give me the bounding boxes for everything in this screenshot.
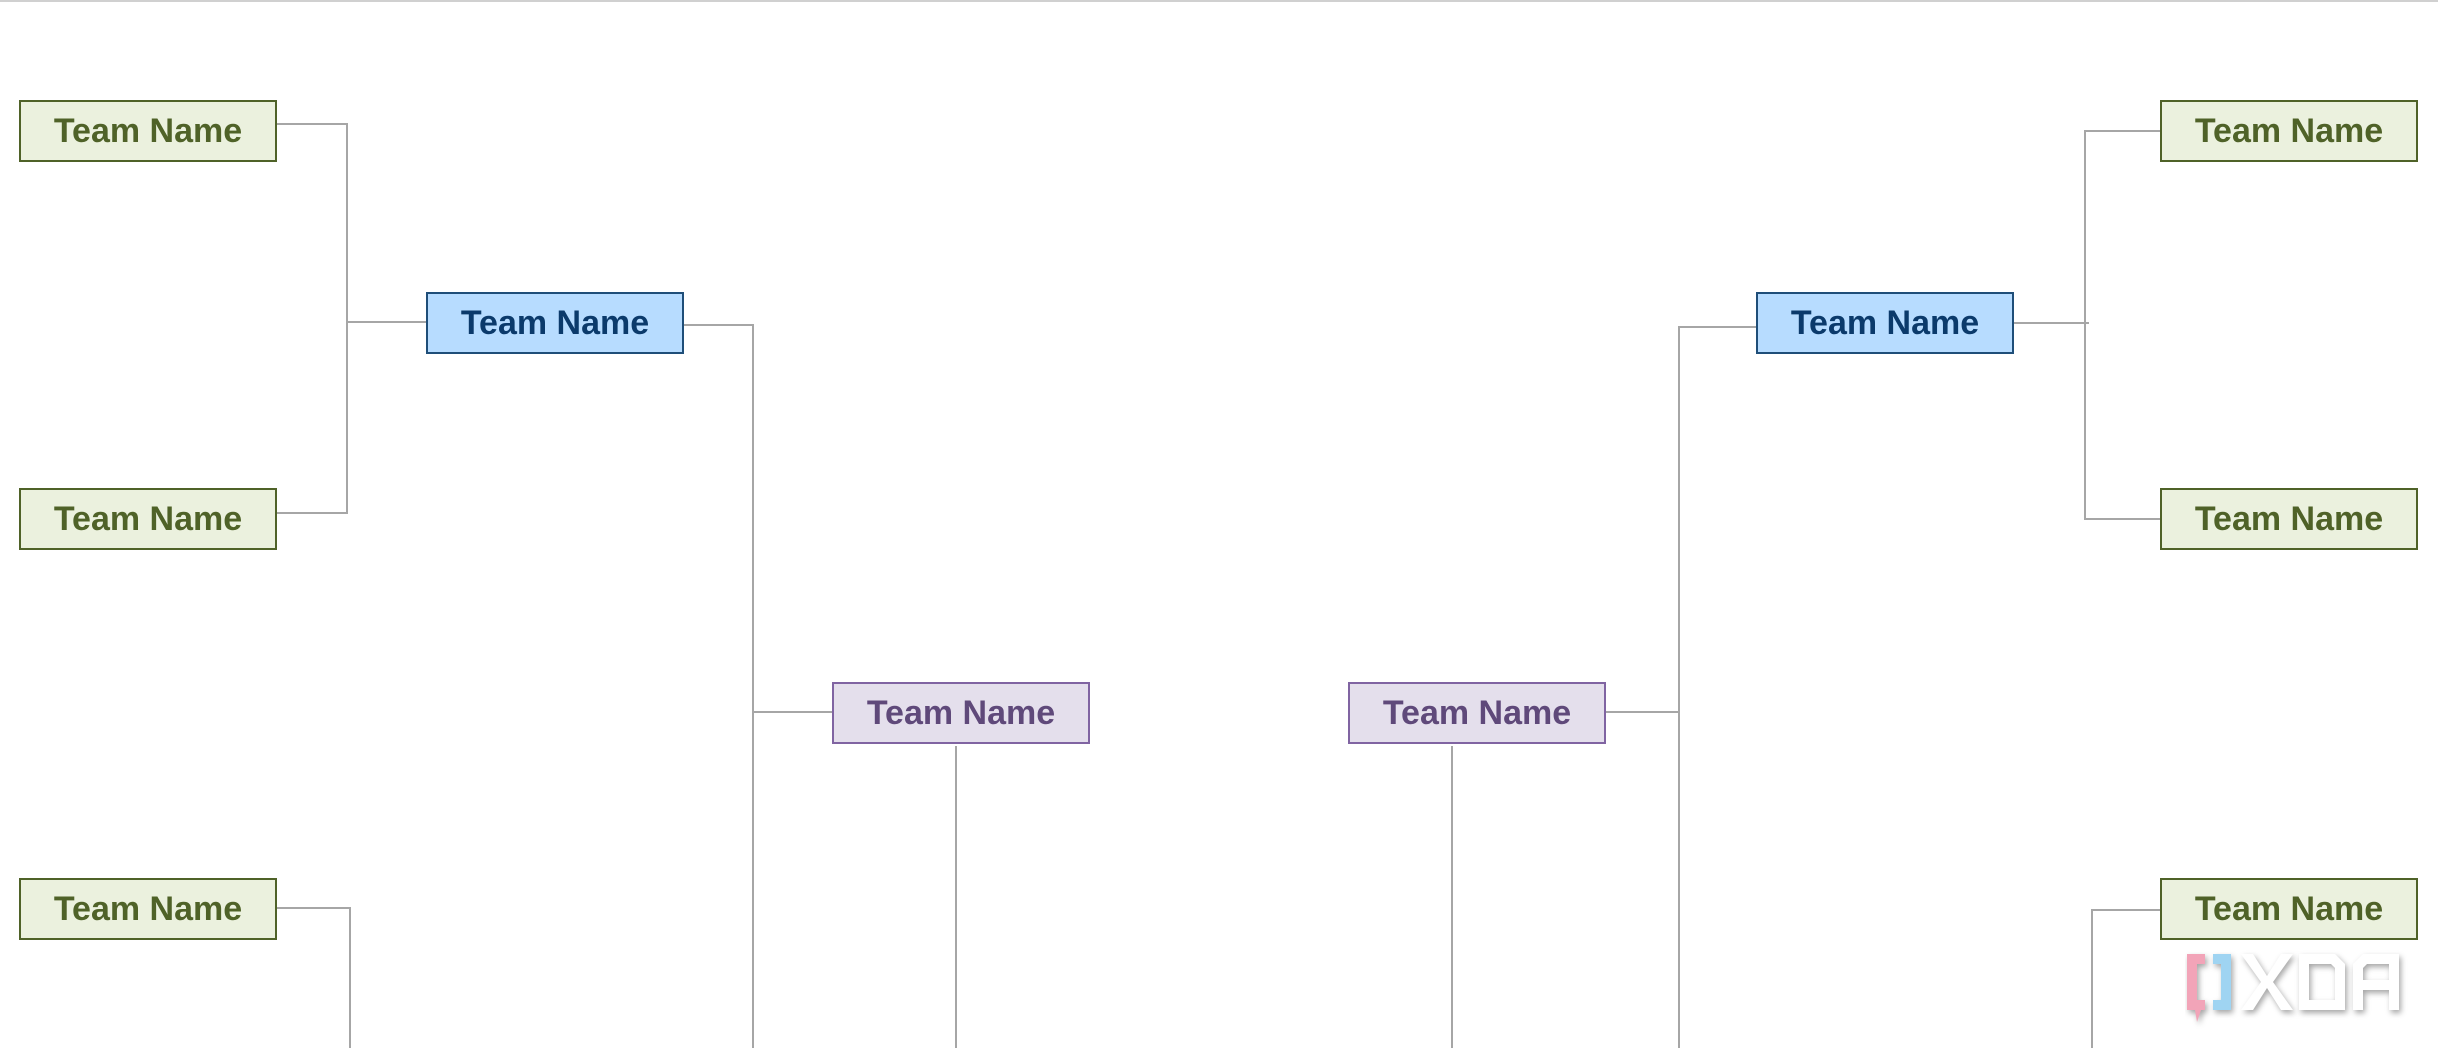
- connector-l4: [277, 907, 351, 1048]
- connector-l1: [277, 123, 348, 514]
- team-box-right-r1-3[interactable]: Team Name: [2160, 878, 2418, 940]
- connector-r2: [1678, 326, 1756, 1048]
- connector-l2: [684, 324, 754, 1048]
- team-box-left-r1-1[interactable]: Team Name: [19, 100, 277, 162]
- team-box-right-r1-1[interactable]: Team Name: [2160, 100, 2418, 162]
- bracket-connectors: [277, 123, 2160, 1048]
- team-box-left-r1-3[interactable]: Team Name: [19, 878, 277, 940]
- team-box-left-r1-2[interactable]: Team Name: [19, 488, 277, 550]
- connector-r1: [2084, 130, 2160, 520]
- team-box-right-r3-1[interactable]: Team Name: [1348, 682, 1606, 744]
- team-box-left-r2-1[interactable]: Team Name: [426, 292, 684, 354]
- team-box-right-r1-2[interactable]: Team Name: [2160, 488, 2418, 550]
- xda-logo: [2187, 954, 2399, 1022]
- team-box-right-r2-1[interactable]: Team Name: [1756, 292, 2014, 354]
- connector-r4: [2091, 909, 2160, 1048]
- team-box-left-r3-1[interactable]: Team Name: [832, 682, 1090, 744]
